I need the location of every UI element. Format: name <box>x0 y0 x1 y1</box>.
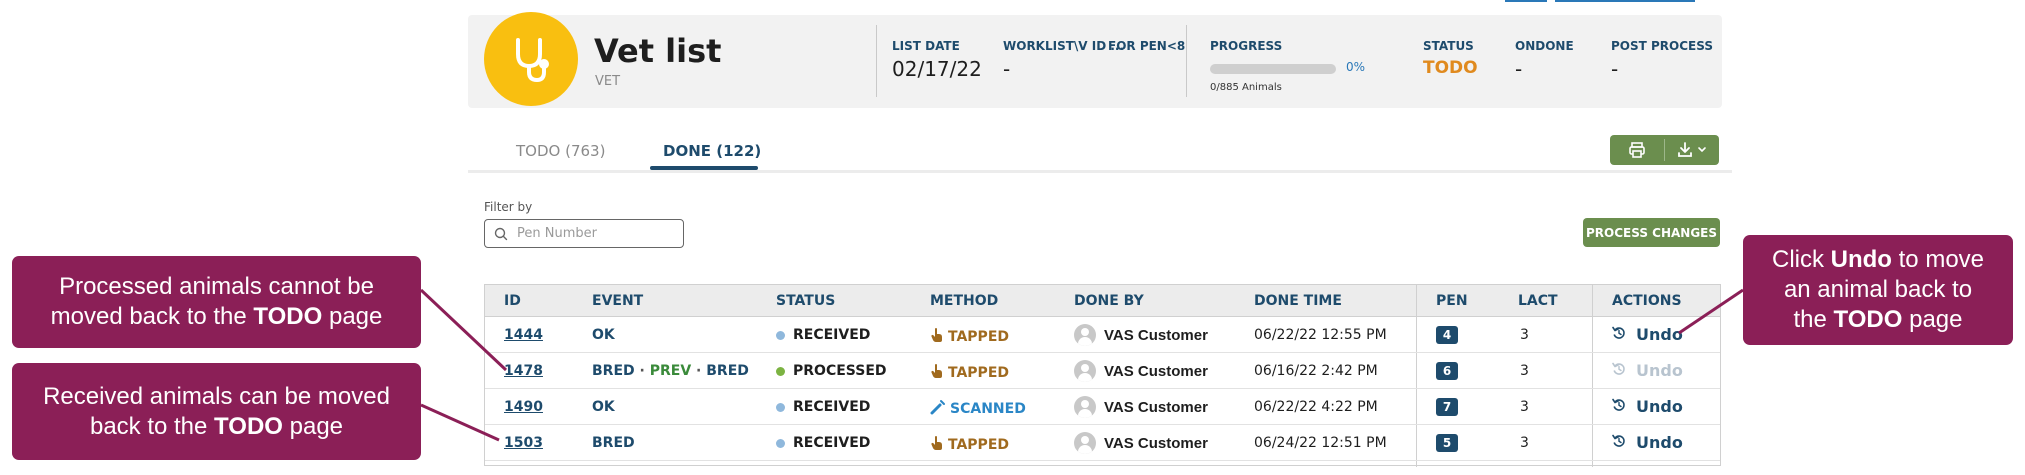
callout-received: Received animals can be moved back to th… <box>12 363 421 460</box>
callout-processed-line1: Processed animals cannot be <box>59 273 374 300</box>
callout-processed: Processed animals cannot be moved back t… <box>12 256 421 348</box>
callout-undo: Click Undo to move an animal back to the… <box>1743 235 2013 345</box>
callout-received-line1: Received animals can be moved <box>43 382 390 410</box>
